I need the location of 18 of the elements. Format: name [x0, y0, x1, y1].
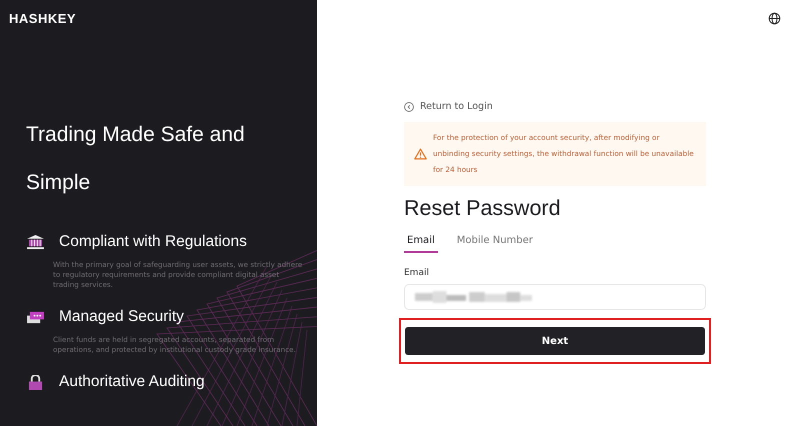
logo: HASHKEY	[9, 11, 76, 26]
back-icon	[404, 102, 414, 112]
hero-title: Trading Made Safe and Simple	[26, 122, 246, 196]
form-title: Reset Password	[404, 196, 562, 221]
next-button[interactable]: Next	[405, 327, 705, 355]
globe-icon[interactable]	[768, 12, 781, 25]
tab[interactable]: Email	[404, 235, 438, 253]
field-label: Email	[404, 268, 429, 278]
warning-icon	[414, 148, 427, 160]
email-field[interactable]	[404, 284, 706, 310]
feature-title: Compliant with Regulations	[59, 233, 247, 251]
card-icon	[27, 310, 44, 324]
return-link[interactable]: Return to Login	[404, 101, 493, 112]
bank-icon	[27, 234, 44, 250]
tab[interactable]: Mobile Number	[454, 235, 536, 253]
feature-title: Managed Security	[59, 308, 184, 326]
lock-icon	[27, 374, 44, 390]
feature-title: Authoritative Auditing	[59, 373, 205, 391]
